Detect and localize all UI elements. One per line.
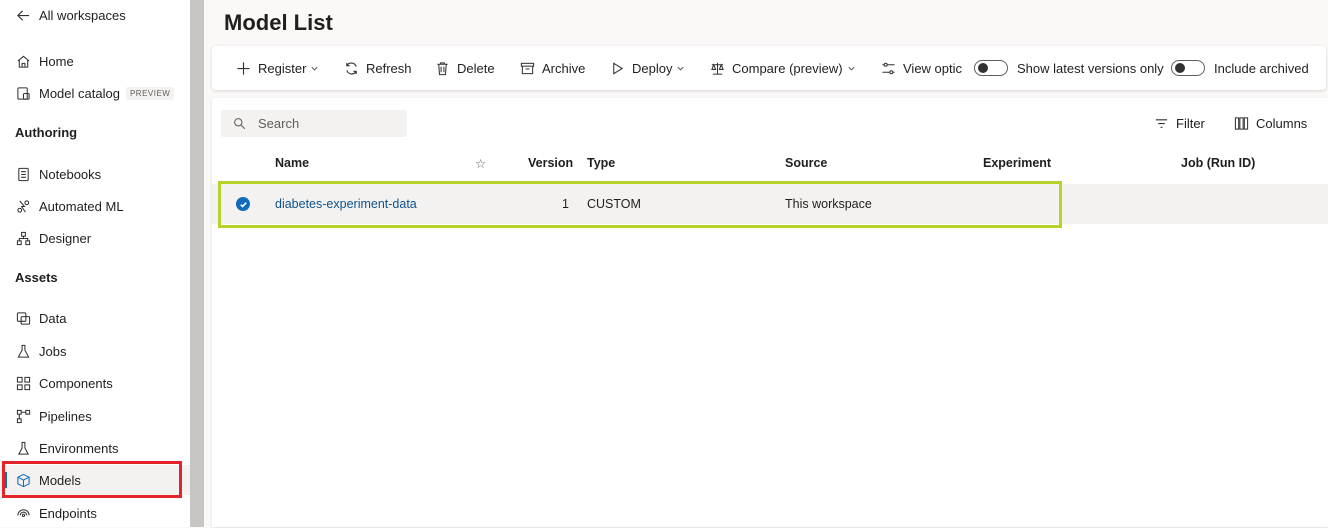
toggle-knob: [978, 63, 988, 73]
sidebar-item-label: Automated ML: [39, 198, 124, 214]
sidebar-item-label: Components: [39, 375, 113, 391]
delete-label: Delete: [457, 60, 495, 76]
view-options-button[interactable]: View optic: [881, 46, 965, 90]
columns-icon: [1234, 117, 1249, 130]
section-heading-authoring: Authoring: [15, 125, 78, 140]
column-header-experiment[interactable]: Experiment: [983, 156, 1051, 170]
include-archived-toggle[interactable]: [1171, 60, 1205, 76]
filter-button[interactable]: Filter: [1154, 110, 1205, 137]
scale-icon: [711, 62, 724, 75]
compare-button[interactable]: Compare (preview): [710, 46, 856, 90]
favorite-star-icon[interactable]: ☆: [475, 156, 486, 171]
refresh-button[interactable]: Refresh: [344, 46, 412, 90]
sidebar-item-label: Designer: [39, 230, 92, 246]
sidebar-item-endpoints[interactable]: Endpoints: [0, 498, 190, 528]
sidebar-item-label: Home: [39, 53, 74, 69]
back-link-label: All workspaces: [39, 7, 126, 23]
designer-icon: [15, 230, 31, 246]
columns-button[interactable]: Columns: [1234, 110, 1307, 137]
column-header-type[interactable]: Type: [587, 156, 615, 170]
sidebar-item-automated-ml[interactable]: Automated ML: [0, 191, 190, 221]
refresh-label: Refresh: [366, 60, 412, 76]
annotation-highlight-row: [218, 181, 1062, 228]
deploy-button[interactable]: Deploy: [610, 46, 685, 90]
archive-label: Archive: [542, 60, 586, 76]
show-latest-label: Show latest versions only: [1017, 60, 1164, 76]
sidebar-item-label: Model catalog: [39, 85, 120, 101]
sidebar-item-jobs[interactable]: Jobs: [0, 336, 190, 366]
sidebar-item-home[interactable]: Home: [0, 46, 190, 76]
column-header-job-run-id[interactable]: Job (Run ID): [1181, 156, 1255, 170]
sidebar-item-label: Data: [39, 310, 67, 326]
delete-button[interactable]: Delete: [435, 46, 495, 90]
section-heading-assets: Assets: [15, 270, 58, 285]
back-to-workspaces-link[interactable]: All workspaces: [0, 0, 190, 30]
sidebar-item-components[interactable]: Components: [0, 368, 190, 398]
play-icon: [613, 61, 624, 75]
model-list-panel: Filter Columns Name ☆ Version Type Sourc…: [212, 98, 1328, 527]
sidebar-item-label: Environments: [39, 440, 119, 456]
archive-button[interactable]: Archive: [520, 46, 585, 90]
filter-icon: [1155, 119, 1168, 128]
automl-icon: [15, 198, 31, 214]
column-header-source[interactable]: Source: [785, 156, 827, 170]
show-latest-toggle[interactable]: [974, 60, 1008, 76]
columns-label: Columns: [1256, 116, 1308, 131]
view-options-label: View optic: [903, 60, 963, 76]
components-icon: [15, 375, 31, 391]
endpoint-icon: [15, 505, 31, 521]
plus-icon: [237, 61, 250, 75]
sidebar-item-label: Pipelines: [39, 408, 92, 424]
sidebar-splitter[interactable]: [190, 0, 204, 527]
notebook-icon: [15, 166, 31, 182]
column-header-version[interactable]: Version: [528, 156, 573, 170]
sidebar: All workspaces Home Model catalog PREVIE…: [0, 0, 190, 527]
data-icon: [15, 310, 31, 326]
include-archived-label: Include archived: [1214, 60, 1309, 76]
chevron-down-icon: [847, 66, 855, 71]
command-toolbar: Register Refresh Delete Archive Deploy C…: [212, 46, 1326, 90]
trash-icon: [437, 61, 448, 75]
flask-icon: [15, 343, 31, 359]
sliders-icon: [882, 62, 895, 74]
sidebar-item-pipelines[interactable]: Pipelines: [0, 401, 190, 431]
deploy-label: Deploy: [632, 60, 673, 76]
search-input[interactable]: [256, 115, 400, 132]
search-icon: [234, 118, 246, 130]
sidebar-item-label: Jobs: [39, 343, 67, 359]
page-title: Model List: [224, 10, 333, 35]
sidebar-item-notebooks[interactable]: Notebooks: [0, 159, 190, 189]
chevron-down-icon: [677, 66, 685, 71]
compare-label: Compare (preview): [732, 60, 843, 76]
arrow-left-icon: [15, 7, 31, 23]
environment-icon: [15, 440, 31, 456]
sidebar-item-model-catalog[interactable]: Model catalog PREVIEW: [0, 78, 190, 108]
catalog-icon: [15, 85, 31, 101]
preview-badge: PREVIEW: [125, 86, 175, 100]
sidebar-item-designer[interactable]: Designer: [0, 223, 190, 253]
home-icon: [15, 53, 31, 69]
archive-icon: [520, 62, 535, 74]
sidebar-item-data[interactable]: Data: [0, 303, 190, 333]
main-content: Model List Register Refresh Delete Archi…: [204, 0, 1328, 527]
pipeline-icon: [15, 408, 31, 424]
column-header-name[interactable]: Name: [275, 156, 309, 170]
sidebar-item-environments[interactable]: Environments: [0, 433, 190, 463]
register-label: Register: [258, 60, 307, 76]
sidebar-item-label: Notebooks: [39, 166, 102, 182]
sidebar-item-label: Endpoints: [39, 505, 97, 521]
search-box[interactable]: [221, 110, 407, 137]
register-button[interactable]: Register: [236, 46, 319, 90]
annotation-highlight-models: [2, 461, 182, 498]
filter-label: Filter: [1176, 116, 1205, 131]
refresh-icon: [346, 62, 357, 74]
chevron-down-icon: [311, 66, 319, 71]
toggle-knob: [1175, 63, 1185, 73]
